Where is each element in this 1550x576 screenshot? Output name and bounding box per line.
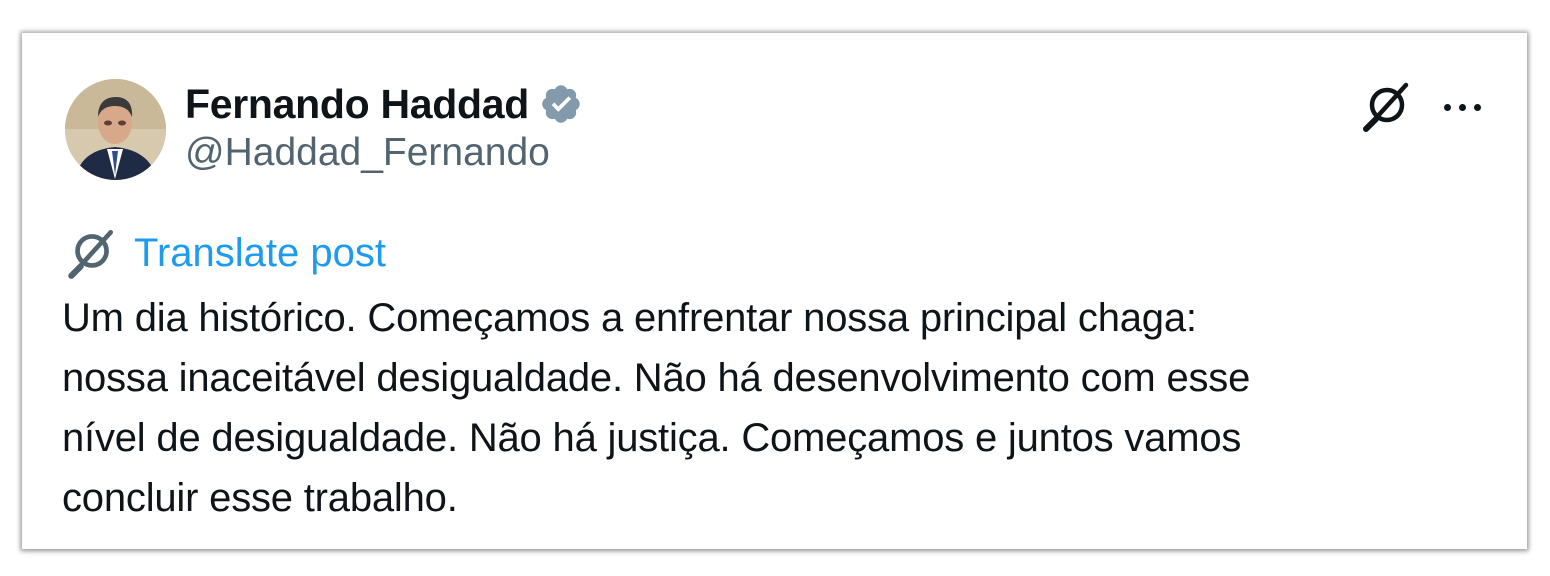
post-text-line: Um dia histórico. Começamos a enfrentar … (62, 296, 1197, 340)
post-text-line: nível de desigualdade. Não há justiça. C… (62, 416, 1242, 460)
author-handle[interactable]: @Haddad_Fernando (185, 131, 550, 175)
translate-post-label[interactable]: Translate post (134, 231, 386, 276)
avatar-photo (65, 79, 166, 180)
post-text: Um dia histórico. Começamos a enfrentar … (62, 288, 1502, 528)
author-display-name[interactable]: Fernando Haddad (185, 81, 583, 127)
post-card: Fernando Haddad @Haddad_Fernando Transla… (22, 33, 1527, 549)
post-text-line: nossa inaceitável desigualdade. Não há d… (62, 356, 1251, 400)
grok-icon[interactable] (1358, 79, 1414, 135)
more-options-button[interactable] (1436, 89, 1488, 125)
avatar[interactable] (65, 79, 166, 180)
display-name-text[interactable]: Fernando Haddad (185, 81, 529, 128)
post-text-line: concluir esse trabalho. (62, 476, 458, 520)
translate-post-link[interactable]: Translate post (62, 223, 386, 283)
more-dot (1458, 103, 1466, 111)
more-horizontal-icon (1443, 103, 1451, 111)
screenshot-stage: Fernando Haddad @Haddad_Fernando Transla… (0, 0, 1550, 576)
verified-badge-icon (542, 85, 580, 123)
more-dot (1473, 103, 1481, 111)
grok-translate-icon (68, 229, 114, 279)
